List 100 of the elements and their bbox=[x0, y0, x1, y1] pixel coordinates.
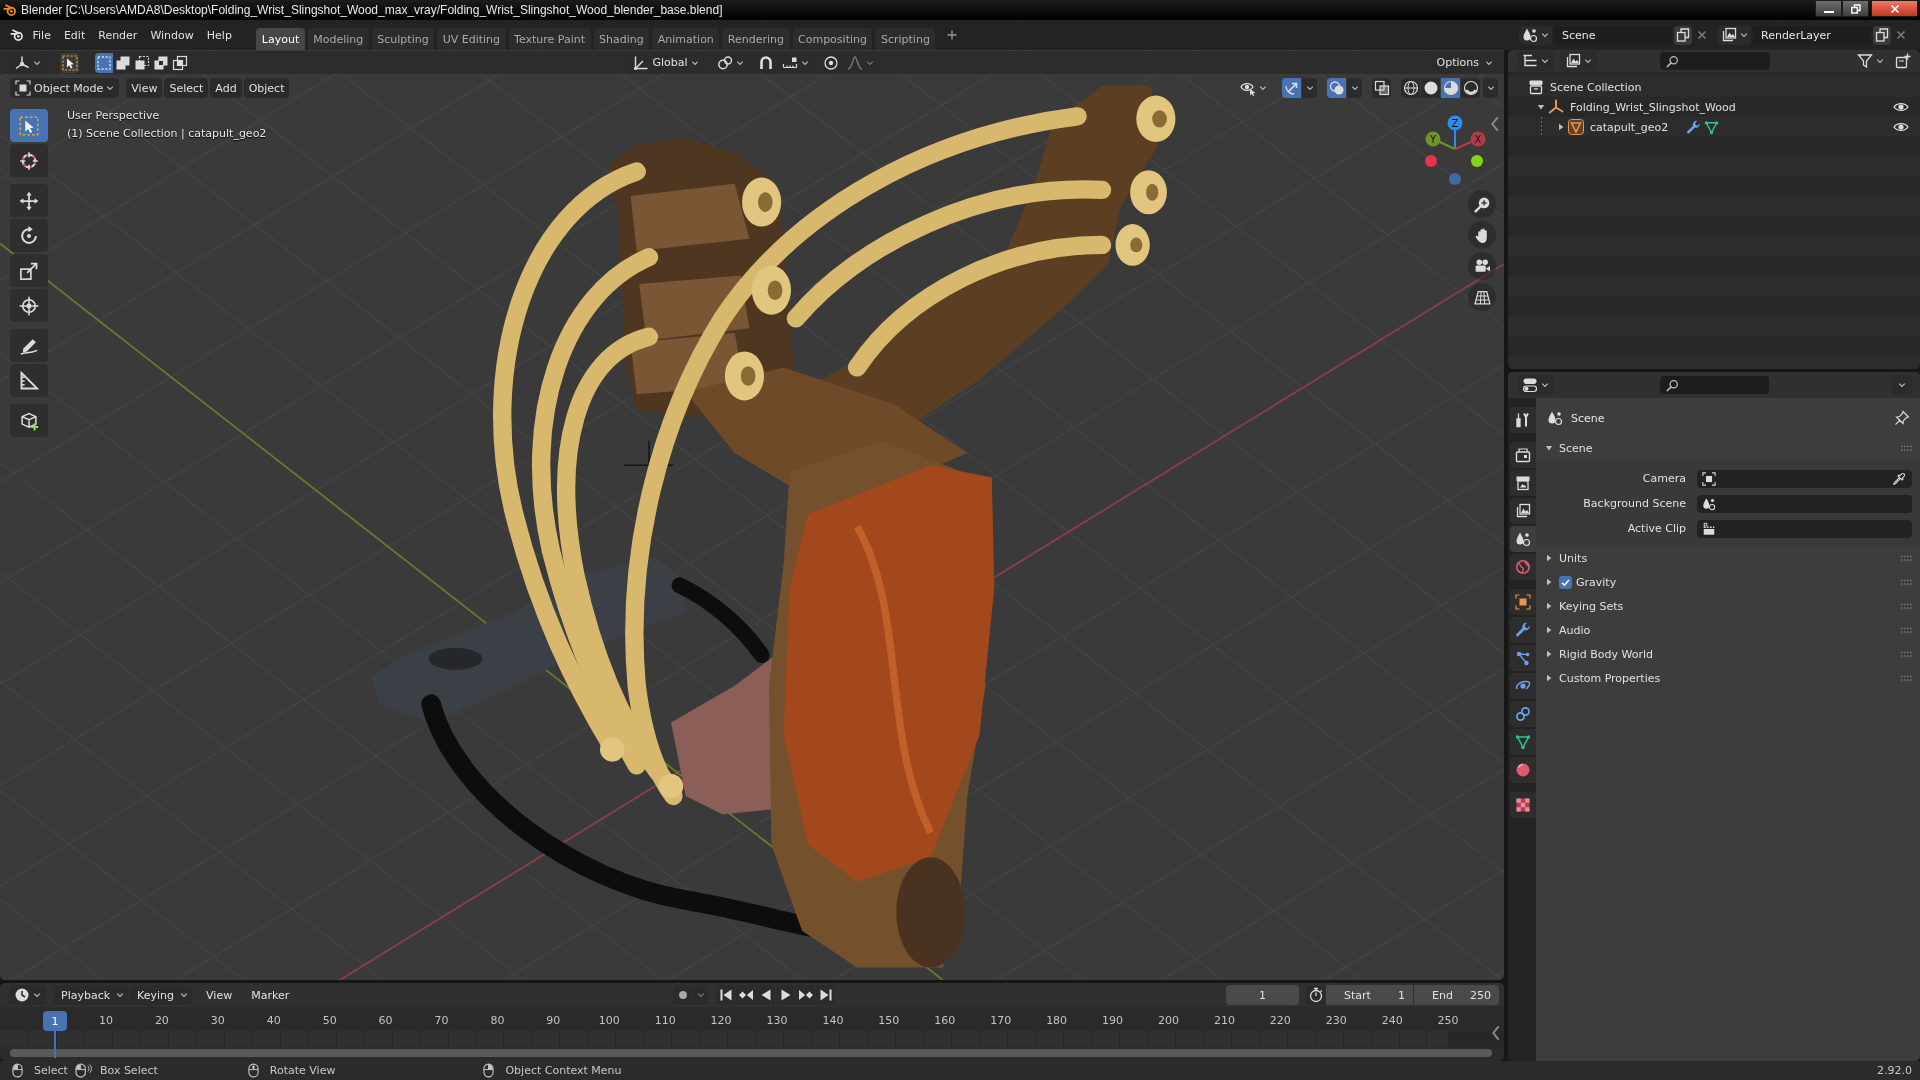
menu-button[interactable]: View bbox=[126, 78, 163, 98]
previous-keyframe-button[interactable] bbox=[736, 985, 755, 1005]
menu-item[interactable]: Render bbox=[91, 24, 144, 46]
shading-button[interactable] bbox=[1401, 78, 1420, 98]
start-frame-field[interactable]: Start 1 bbox=[1326, 985, 1413, 1005]
editor-type-button[interactable] bbox=[9, 985, 46, 1005]
tree-item-label[interactable]: catapult_geo2 bbox=[1590, 120, 1669, 134]
menu-item[interactable]: File bbox=[26, 24, 58, 46]
properties-tab[interactable] bbox=[1510, 792, 1536, 818]
duplicate-scene-button[interactable] bbox=[1674, 25, 1692, 45]
display-mode-dropdown[interactable] bbox=[1517, 51, 1554, 71]
workspace-tab[interactable]: Shading bbox=[593, 28, 650, 50]
drag-grip-icon[interactable] bbox=[1901, 650, 1912, 658]
drag-grip-icon[interactable] bbox=[1901, 626, 1912, 634]
next-keyframe-button[interactable] bbox=[796, 985, 815, 1005]
play-button[interactable] bbox=[776, 985, 795, 1005]
checkbox[interactable] bbox=[1559, 575, 1572, 589]
workspace-tab[interactable]: Compositing bbox=[792, 28, 873, 50]
drag-grip-icon[interactable] bbox=[1901, 578, 1912, 586]
playhead[interactable]: 1 bbox=[43, 1011, 67, 1058]
restore-button[interactable] bbox=[1842, 0, 1869, 17]
menu-dropdown[interactable]: Keying bbox=[129, 985, 193, 1005]
workspace-tab[interactable]: Animation bbox=[652, 28, 720, 50]
tree-item-label[interactable]: Scene Collection bbox=[1550, 80, 1642, 94]
menu-item[interactable]: Window bbox=[143, 24, 201, 46]
properties-tab[interactable] bbox=[1510, 442, 1536, 468]
properties-tab[interactable] bbox=[1510, 526, 1536, 552]
tool-button[interactable] bbox=[10, 219, 48, 252]
projection-button[interactable] bbox=[1468, 283, 1496, 311]
object-field[interactable] bbox=[1697, 519, 1912, 538]
duplicate-view-layer-button[interactable] bbox=[1873, 25, 1891, 45]
properties-tab[interactable] bbox=[1510, 470, 1536, 496]
xray-toggle[interactable] bbox=[1372, 78, 1391, 98]
workspace-tab[interactable]: Sculpting bbox=[371, 28, 435, 50]
jump-to-start-button[interactable] bbox=[716, 985, 735, 1005]
properties-tab[interactable] bbox=[1510, 617, 1536, 643]
current-frame-field[interactable]: 1 bbox=[1226, 985, 1299, 1005]
workspace-tab[interactable]: Texture Paint bbox=[508, 28, 591, 50]
camera-view-button[interactable] bbox=[1468, 252, 1496, 280]
disclosure-triangle-icon[interactable] bbox=[1557, 123, 1565, 131]
new-collection-button[interactable] bbox=[1893, 51, 1912, 71]
menu-button[interactable]: Marker bbox=[246, 985, 295, 1005]
properties-tab[interactable] bbox=[1510, 729, 1536, 755]
gizmo-dropdown[interactable] bbox=[1302, 78, 1317, 98]
properties-tab[interactable] bbox=[1510, 645, 1536, 671]
select-mode-button[interactable] bbox=[95, 52, 113, 73]
editor-type-button[interactable] bbox=[1517, 375, 1554, 395]
gizmo-toggle[interactable] bbox=[1282, 78, 1301, 98]
overlay-toggle[interactable] bbox=[1327, 78, 1346, 98]
play-reverse-button[interactable] bbox=[756, 985, 775, 1005]
select-mode-button[interactable] bbox=[171, 52, 189, 73]
tool-button[interactable] bbox=[10, 289, 48, 322]
overlay-dropdown[interactable] bbox=[1347, 78, 1362, 98]
object-field[interactable] bbox=[1697, 469, 1912, 488]
drag-grip-icon[interactable] bbox=[1901, 602, 1912, 610]
axis-handle[interactable] bbox=[1471, 155, 1483, 167]
drag-grip-icon[interactable] bbox=[1901, 554, 1912, 562]
drag-grip-icon[interactable] bbox=[1901, 674, 1912, 682]
tool-button[interactable] bbox=[10, 254, 48, 287]
workspace-tab[interactable]: UV Editing bbox=[437, 28, 506, 50]
axis-handle[interactable] bbox=[1447, 115, 1463, 150]
properties-tab[interactable] bbox=[1510, 498, 1536, 524]
menu-item[interactable]: Help bbox=[200, 24, 239, 46]
close-button[interactable] bbox=[1871, 0, 1918, 17]
scene-name-field[interactable]: Scene bbox=[1554, 25, 1672, 45]
auto-key-button[interactable] bbox=[673, 985, 692, 1005]
jump-to-end-button[interactable] bbox=[816, 985, 835, 1005]
menu-button[interactable]: Add bbox=[210, 78, 242, 98]
view-filter-dropdown[interactable] bbox=[1560, 51, 1597, 71]
eyedropper-icon[interactable] bbox=[1892, 471, 1906, 486]
panel-menu-button[interactable] bbox=[1892, 375, 1912, 395]
tool-button[interactable] bbox=[10, 184, 48, 217]
pin-icon[interactable] bbox=[1894, 410, 1910, 426]
tool-button[interactable] bbox=[10, 404, 48, 437]
shading-dropdown[interactable] bbox=[1483, 78, 1498, 98]
properties-tab[interactable] bbox=[1510, 589, 1536, 615]
workspace-tab[interactable]: Scripting bbox=[875, 28, 936, 50]
drag-grip-icon[interactable] bbox=[1901, 444, 1912, 452]
properties-tab[interactable] bbox=[1510, 701, 1536, 727]
axis-handle[interactable] bbox=[1425, 155, 1437, 167]
workspace-tab[interactable]: Layout bbox=[256, 28, 305, 50]
menu-button[interactable]: View bbox=[201, 985, 238, 1005]
minimize-button[interactable] bbox=[1815, 0, 1842, 17]
tool-button[interactable] bbox=[10, 109, 48, 142]
axis-handle[interactable] bbox=[1425, 131, 1456, 150]
menu-button[interactable]: Select bbox=[164, 78, 209, 98]
pan-button[interactable] bbox=[1468, 221, 1496, 249]
workspace-tab[interactable]: Rendering bbox=[722, 28, 790, 50]
view-layer-name-field[interactable]: RenderLayer bbox=[1753, 25, 1871, 45]
axis-handle[interactable] bbox=[1449, 173, 1461, 185]
disclosure-triangle-icon[interactable] bbox=[1537, 103, 1545, 111]
end-frame-field[interactable]: End 250 bbox=[1414, 985, 1499, 1005]
menu-button[interactable]: Object bbox=[243, 78, 290, 98]
search-field[interactable] bbox=[1659, 52, 1770, 70]
menu-item[interactable]: Edit bbox=[57, 24, 92, 46]
tool-button[interactable] bbox=[10, 329, 48, 362]
zoom-button[interactable] bbox=[1468, 190, 1496, 218]
axis-handle[interactable] bbox=[1454, 131, 1486, 150]
preview-range-button[interactable] bbox=[1306, 985, 1325, 1005]
vertex-triangle-icon[interactable] bbox=[1704, 119, 1720, 135]
